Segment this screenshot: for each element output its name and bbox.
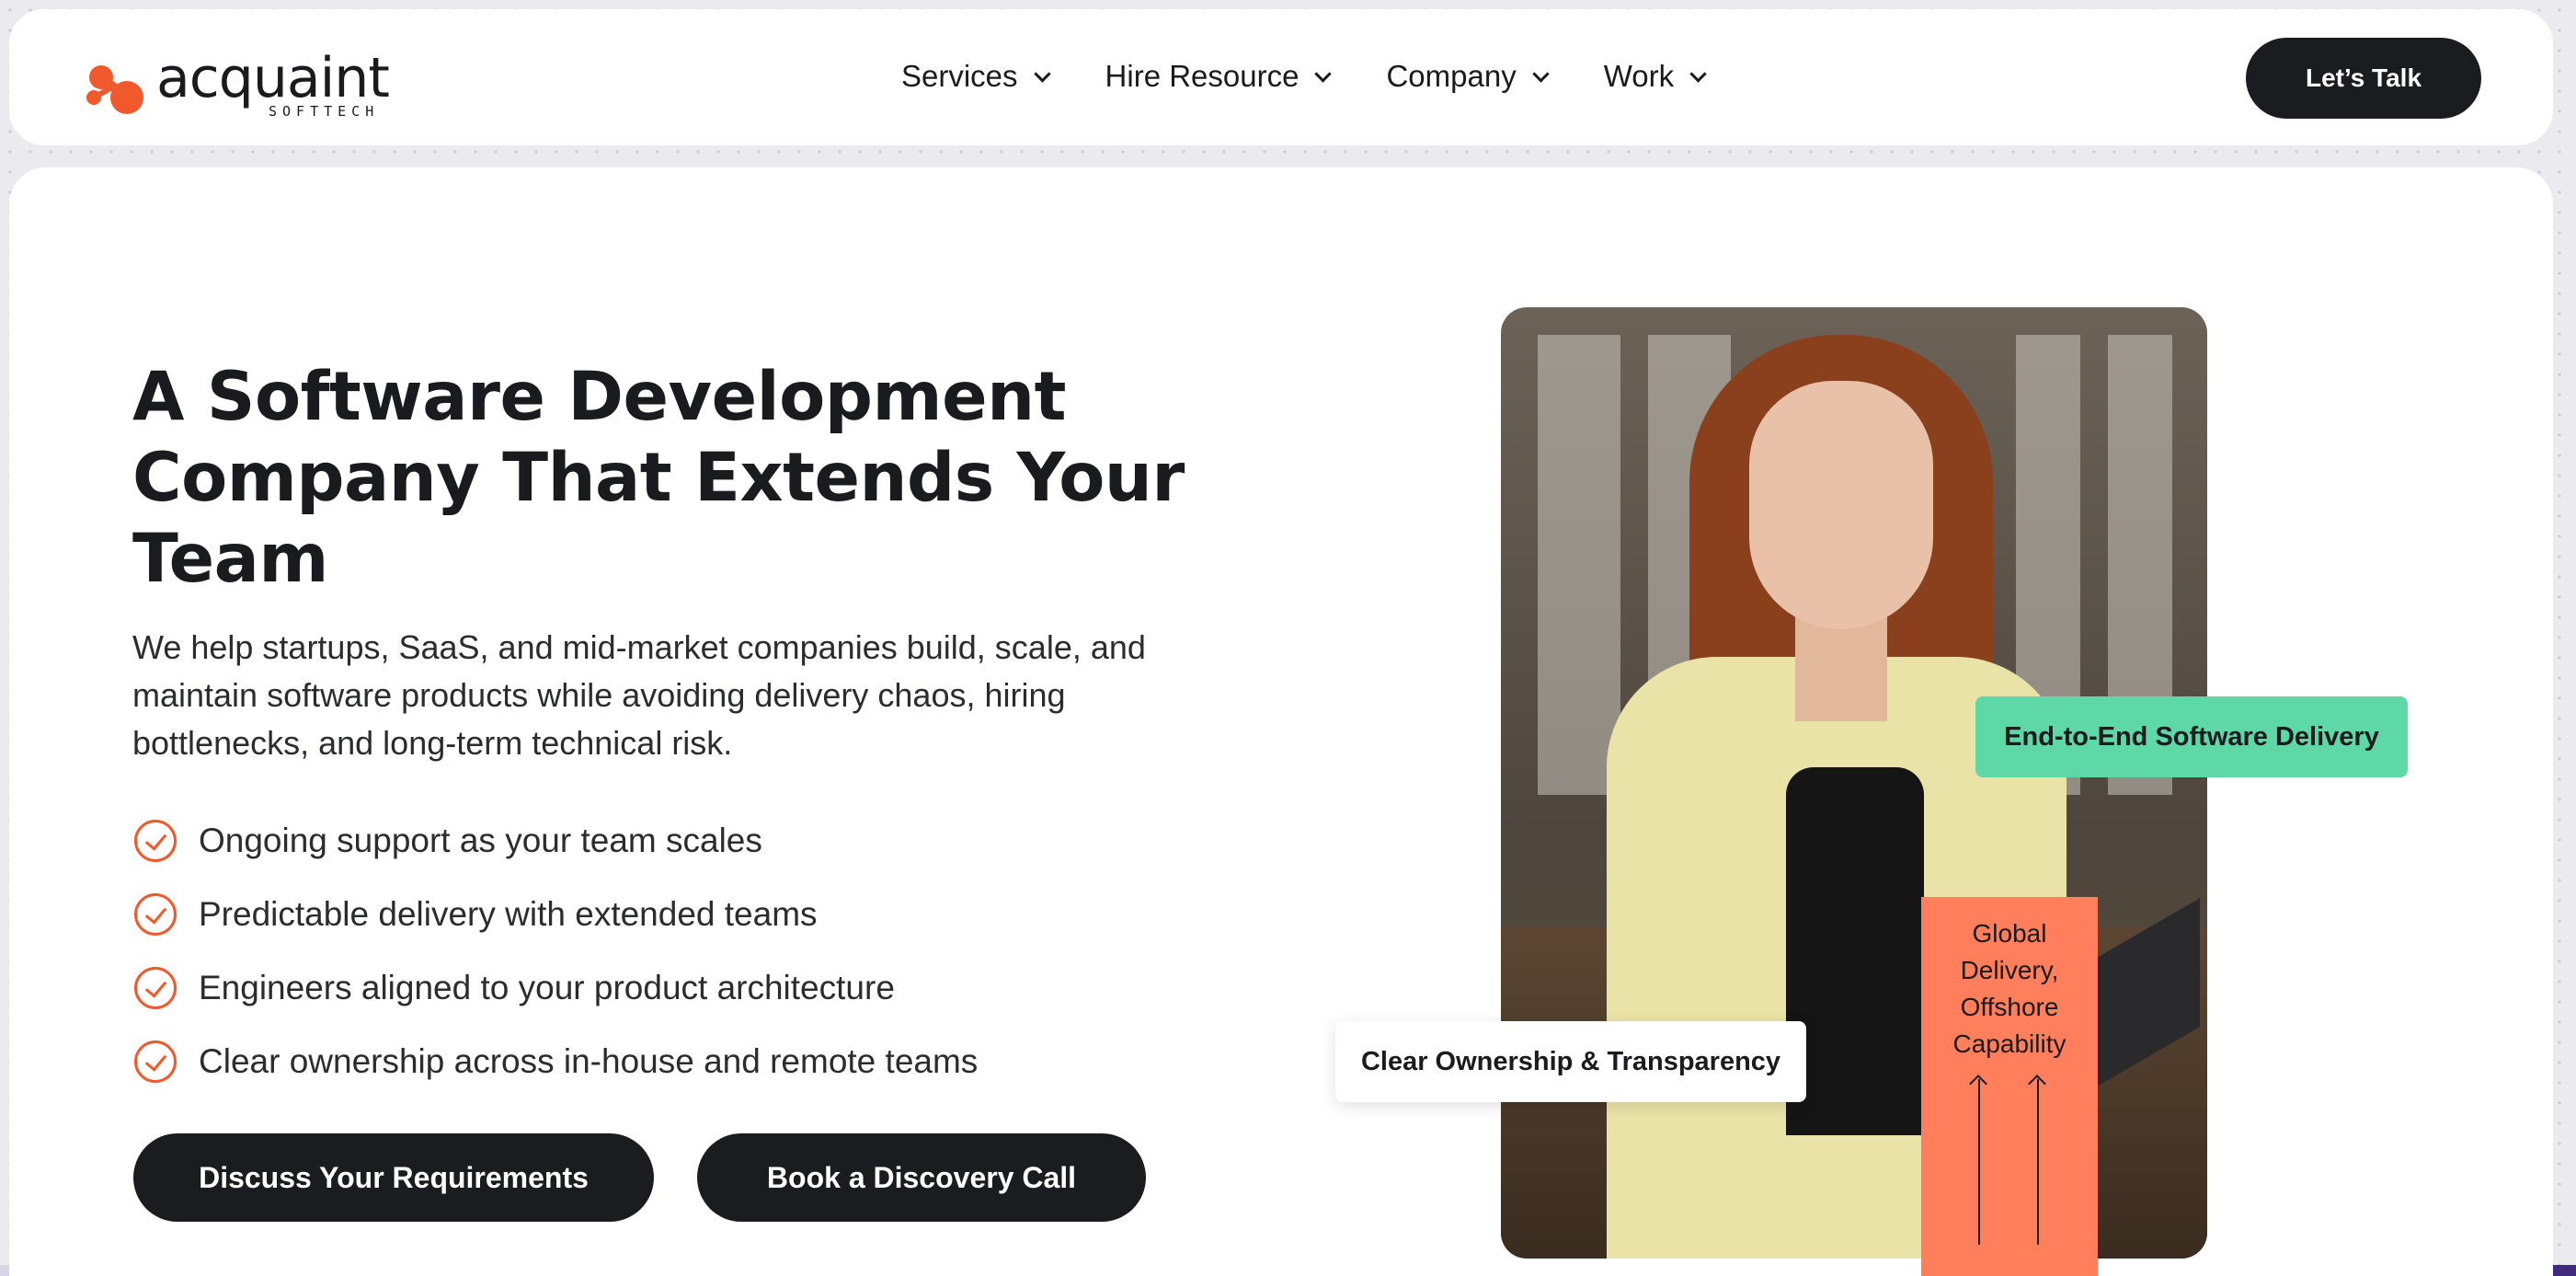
- photo-window-pane: [1538, 335, 1620, 795]
- main-nav: Services Hire Resource Company Work: [901, 59, 1761, 94]
- bullet-text: Engineers aligned to your product archit…: [199, 969, 895, 1006]
- badge-ownership: Clear Ownership & Transparency: [1335, 1021, 1806, 1102]
- nav-company-label: Company: [1386, 59, 1517, 93]
- nav-services[interactable]: Services: [901, 59, 1051, 94]
- photo-face: [1749, 381, 1933, 629]
- hero-card: A Software Development Company That Exte…: [9, 167, 2553, 1276]
- hero-headline: A Software Development Company That Exte…: [132, 358, 1185, 598]
- nav-work-label: Work: [1603, 59, 1675, 93]
- check-circle-icon: [134, 967, 177, 1009]
- acquaint-logo[interactable]: acquaint SOFTTECH: [83, 50, 395, 120]
- discuss-requirements-button[interactable]: Discuss Your Requirements: [133, 1133, 654, 1222]
- check-circle-icon: [134, 1040, 177, 1083]
- logo-mark-icon: [86, 65, 143, 114]
- nav-hire-resource[interactable]: Hire Resource: [1105, 59, 1333, 94]
- site-header: acquaint SOFTTECH Services Hire Resource…: [9, 9, 2553, 145]
- lets-talk-button[interactable]: Let’s Talk: [2246, 38, 2481, 119]
- logo-wordmark: acquaint: [156, 46, 390, 110]
- hero-photo: [1501, 307, 2207, 1259]
- chevron-down-icon: [1033, 64, 1051, 83]
- nav-work[interactable]: Work: [1603, 59, 1707, 94]
- check-circle-icon: [134, 820, 177, 862]
- benefit-list: Ongoing support as your team scales Pred…: [134, 804, 978, 1098]
- nav-hire-resource-label: Hire Resource: [1105, 59, 1299, 93]
- list-item: Predictable delivery with extended teams: [134, 878, 978, 951]
- bullet-text: Ongoing support as your team scales: [199, 822, 762, 859]
- nav-company[interactable]: Company: [1386, 59, 1550, 94]
- chevron-down-icon: [1314, 64, 1333, 83]
- badge-global-delivery-label: Global Delivery, Offshore Capability: [1952, 919, 2067, 1058]
- chevron-down-icon: [1689, 64, 1707, 83]
- bullet-text: Clear ownership across in-house and remo…: [199, 1042, 979, 1080]
- list-item: Clear ownership across in-house and remo…: [134, 1025, 978, 1098]
- hero-subtext: We help startups, SaaS, and mid-market c…: [132, 628, 1146, 762]
- badge-end-to-end: End-to-End Software Delivery: [1975, 696, 2408, 777]
- badge-global-delivery: Global Delivery, Offshore Capability: [1921, 897, 2098, 1276]
- photo-top: [1786, 767, 1924, 1135]
- check-circle-icon: [134, 893, 177, 936]
- nav-services-label: Services: [901, 59, 1018, 93]
- bullet-text: Predictable delivery with extended teams: [199, 895, 818, 933]
- list-item: Engineers aligned to your product archit…: [134, 951, 978, 1025]
- list-item: Ongoing support as your team scales: [134, 804, 978, 878]
- logo-subtitle: SOFTTECH: [269, 103, 380, 120]
- book-discovery-call-button[interactable]: Book a Discovery Call: [697, 1133, 1146, 1222]
- arrow-up-icon: [1978, 1079, 1980, 1245]
- arrow-up-icon: [2037, 1079, 2039, 1245]
- chevron-down-icon: [1532, 64, 1550, 83]
